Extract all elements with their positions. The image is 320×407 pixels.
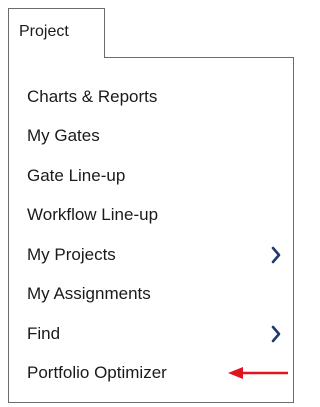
menu-item-my-gates[interactable]: My Gates [9, 116, 293, 156]
menu-item-label: Portfolio Optimizer [27, 363, 167, 382]
chevron-right-icon [271, 246, 281, 264]
menu-item-label: My Assignments [27, 284, 151, 303]
project-dropdown-menu: Charts & Reports My Gates Gate Line-up W… [8, 57, 294, 403]
menu-item-gate-line-up[interactable]: Gate Line-up [9, 156, 293, 196]
menu-item-workflow-line-up[interactable]: Workflow Line-up [9, 195, 293, 235]
menu-item-label: Gate Line-up [27, 166, 126, 185]
menu-item-label: My Projects [27, 245, 116, 264]
menu-item-portfolio-optimizer[interactable]: Portfolio Optimizer [9, 353, 293, 393]
menu-item-label: Workflow Line-up [27, 205, 159, 224]
menu-item-label: Charts & Reports [27, 87, 158, 106]
tab-project-label: Project [19, 23, 69, 40]
chevron-right-icon [271, 325, 281, 343]
red-arrow-left-icon [228, 367, 288, 379]
menu-item-my-assignments[interactable]: My Assignments [9, 274, 293, 314]
menu-item-find[interactable]: Find [9, 314, 293, 354]
menu-item-my-projects[interactable]: My Projects [9, 235, 293, 275]
menu-item-label: Find [27, 324, 61, 343]
tab-project[interactable]: Project [8, 8, 105, 58]
menu-item-charts-reports[interactable]: Charts & Reports [9, 77, 293, 117]
menu-item-label: My Gates [27, 126, 100, 145]
